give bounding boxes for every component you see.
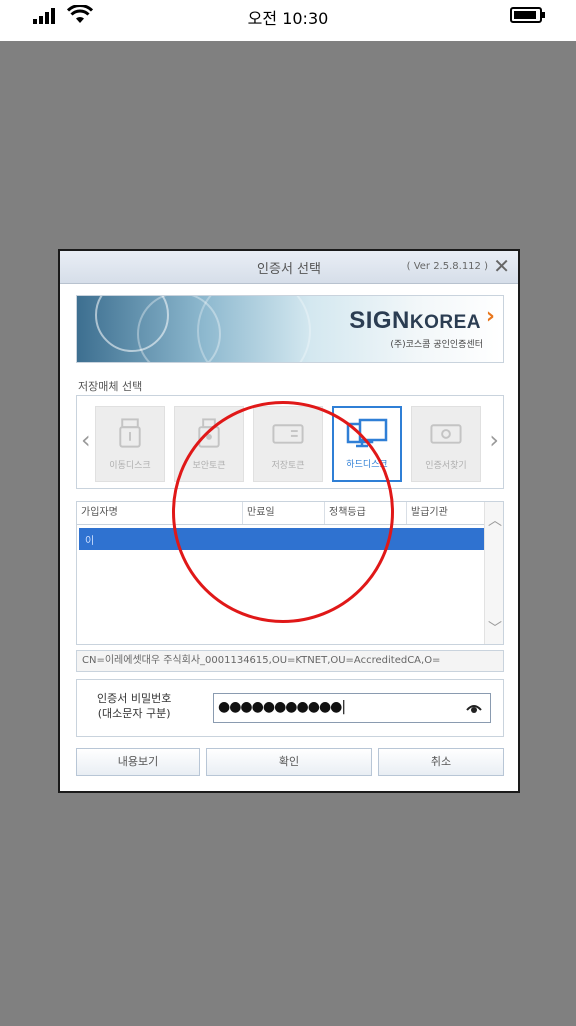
scroll-down-icon[interactable]: ﹀	[488, 618, 502, 638]
close-icon[interactable]: ✕	[493, 254, 510, 278]
col-header-subscriber[interactable]: 가입자명	[77, 502, 243, 524]
col-header-issuer[interactable]: 발급기관	[407, 502, 487, 524]
token-icon	[198, 418, 220, 448]
media-label: 저장토큰	[271, 461, 305, 471]
media-find-certificate[interactable]: 인증서찾기	[411, 406, 481, 482]
harddisk-icon	[346, 418, 388, 448]
media-label: 하드디스크	[346, 460, 388, 470]
logo-arrow-icon: ›	[485, 304, 495, 329]
view-details-button[interactable]: 내용보기	[76, 748, 200, 776]
certificate-select-dialog: 인증서 선택 ( Ver 2.5.8.112 ) ✕ SIGNKOREA › (…	[58, 249, 520, 793]
signkorea-logo: SIGNKOREA	[349, 307, 481, 334]
password-field[interactable]: ●●●●●●●●●●●|	[213, 693, 491, 723]
smartcard-icon	[272, 424, 304, 444]
cancel-button[interactable]: 취소	[378, 748, 504, 776]
media-removable-disk[interactable]: 이동디스크	[95, 406, 165, 482]
media-label: 인증서찾기	[425, 461, 467, 471]
logo-subtitle: (주)코스콤 공인인증센터	[390, 340, 483, 350]
password-masked-value: ●●●●●●●●●●●|	[218, 699, 346, 715]
search-cert-icon	[430, 424, 462, 444]
scroll-up-icon[interactable]: ︿	[488, 510, 502, 530]
media-label: 이동디스크	[109, 461, 151, 471]
version-label: ( Ver 2.5.8.112 )	[406, 261, 488, 272]
password-section: 인증서 비밀번호 (대소문자 구분) ●●●●●●●●●●●|	[76, 679, 504, 737]
table-scrollbar[interactable]: ︿ ﹀	[484, 502, 503, 644]
password-label: 인증서 비밀번호 (대소문자 구분)	[97, 692, 172, 720]
show-password-icon[interactable]	[466, 702, 482, 714]
status-bar: 오전 10:30	[0, 0, 576, 41]
table-row[interactable]: 이	[79, 528, 485, 550]
chevron-right-icon[interactable]: ›	[489, 426, 499, 454]
usb-icon	[119, 418, 141, 448]
media-section-label: 저장매체 선택	[78, 380, 143, 393]
storage-media-selector: ‹ 이동디스크 보안토큰 저장토큰 하드디스크 인증서찾기 ›	[76, 395, 504, 489]
certificate-dn: CN=이레에셋대우 주식회사_0001134615,OU=KTNET,OU=Ac…	[76, 650, 504, 672]
col-header-policy[interactable]: 정책등급	[325, 502, 407, 524]
dialog-titlebar: 인증서 선택 ( Ver 2.5.8.112 ) ✕	[60, 251, 518, 284]
cell-subscriber: 이	[85, 536, 95, 547]
certificate-table: 가입자명 만료일 정책등급 발급기관 이 ︿ ﹀	[76, 501, 504, 645]
media-hard-disk[interactable]: 하드디스크	[332, 406, 402, 482]
status-time: 오전 10:30	[247, 9, 329, 28]
media-security-token[interactable]: 보안토큰	[174, 406, 244, 482]
battery-icon	[510, 7, 545, 23]
chevron-left-icon[interactable]: ‹	[81, 426, 91, 454]
media-label: 보안토큰	[192, 461, 226, 471]
media-storage-token[interactable]: 저장토큰	[253, 406, 323, 482]
ok-button[interactable]: 확인	[206, 748, 372, 776]
col-header-expiry[interactable]: 만료일	[243, 502, 325, 524]
signkorea-banner: SIGNKOREA › (주)코스콤 공인인증센터	[76, 295, 504, 363]
